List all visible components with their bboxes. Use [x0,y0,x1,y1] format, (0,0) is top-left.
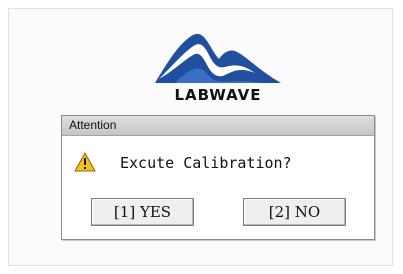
no-button[interactable]: [2] NO [243,198,346,226]
yes-button[interactable]: [1] YES [91,198,194,226]
attention-dialog: Attention Excute Calibration? [1] YES [2… [61,115,375,240]
mountain-logo-icon [155,33,281,83]
dialog-title: Attention [62,116,374,136]
dialog-message-row: Excute Calibration? [62,151,374,176]
warning-icon [74,151,96,172]
labwave-logo: LABWAVE [145,29,291,109]
dialog-message: Excute Calibration? [120,154,292,172]
device-screen: LABWAVE Attention Excute Calibration? [1… [8,8,393,266]
logo-text: LABWAVE [174,86,262,104]
